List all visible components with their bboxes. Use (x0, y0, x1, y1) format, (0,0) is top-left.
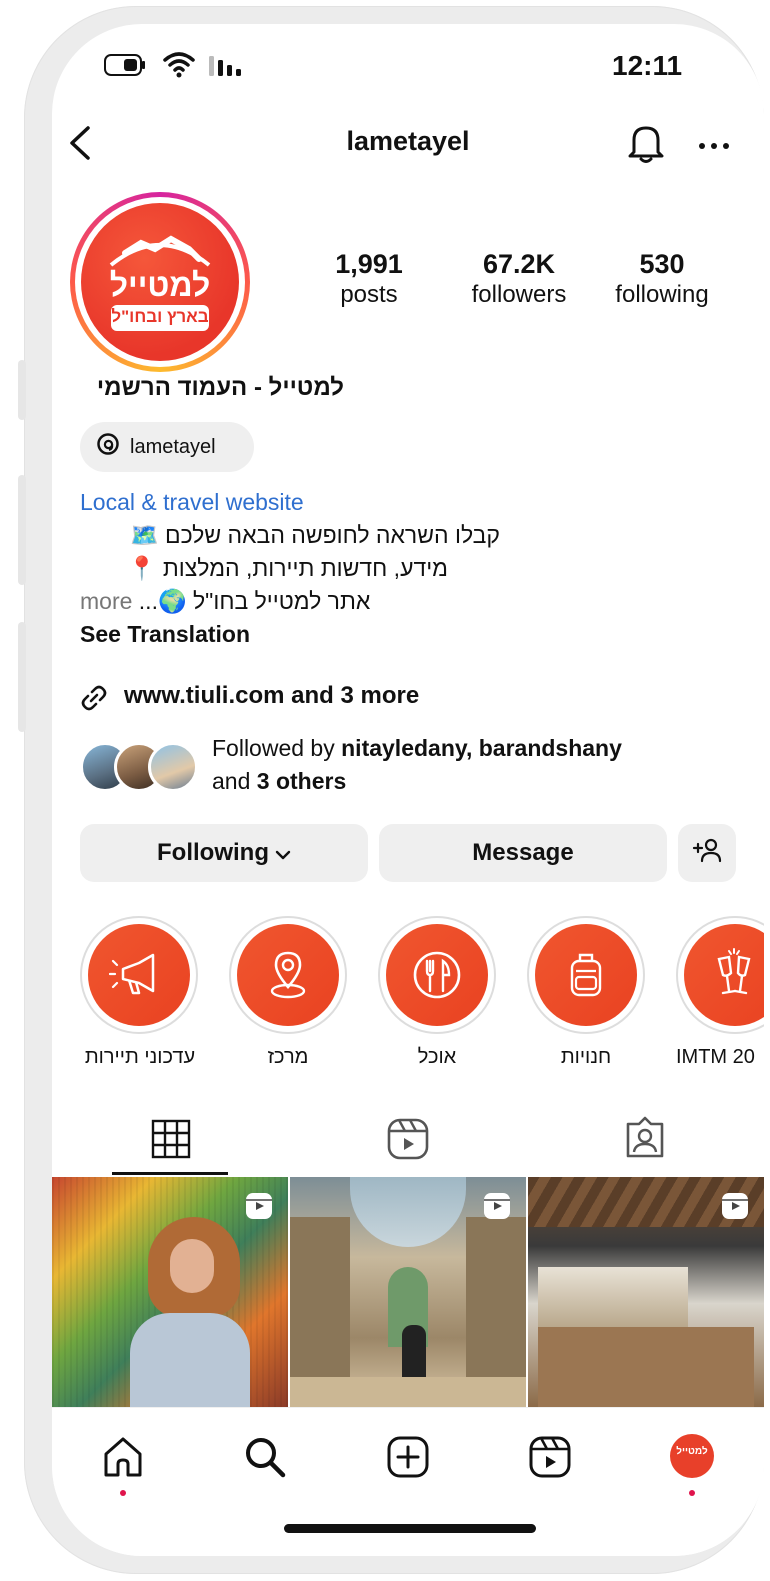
signal-icon (208, 54, 246, 81)
grid-post[interactable] (290, 1177, 526, 1407)
create-icon[interactable] (385, 1434, 431, 1480)
link-icon (80, 684, 108, 717)
stat-posts[interactable]: 1,991 posts (314, 248, 424, 310)
utensils-icon (413, 951, 461, 999)
reel-badge-icon (482, 1191, 512, 1221)
app-screen: 12:11 lametayel למטייל בארץ ובחו"ל 1,991… (52, 24, 764, 1556)
stat-label: followers (471, 281, 567, 308)
threads-handle: lametayel (130, 435, 216, 458)
message-button[interactable]: Message (379, 824, 667, 882)
followed-others: 3 others (256, 768, 347, 794)
display-case (538, 1267, 688, 1327)
map-pin-icon (270, 951, 306, 999)
logo-subtext: בארץ ובחו"ל (111, 307, 209, 326)
backpack-icon (570, 953, 602, 997)
battery-icon (104, 54, 146, 81)
highlight-item[interactable]: עדכוני תיירות (80, 916, 198, 1069)
highlight-label: עדכוני תיירות (84, 1046, 196, 1068)
reel-badge-icon (720, 1191, 750, 1221)
followed-and: and (212, 768, 257, 794)
megaphone-icon (109, 953, 155, 995)
arcade-right (466, 1217, 526, 1377)
status-time: 12:11 (612, 50, 683, 81)
mini-logo-text: למטייל (676, 1446, 708, 1457)
glass-dome (350, 1177, 466, 1247)
person-dress (130, 1313, 250, 1407)
tagged-icon (626, 1116, 664, 1158)
highlight-label: מרכז (267, 1046, 309, 1068)
chevron-down-icon (275, 839, 291, 867)
profile-avatar[interactable]: למטייל (670, 1434, 714, 1478)
bio-line-row: more אתר למטייל בחו"ל 🌍... (80, 585, 370, 618)
highlight-item[interactable]: אוכל (378, 916, 496, 1069)
highlight-label: אוכל (417, 1046, 457, 1068)
side-button (18, 360, 26, 420)
highlight-item[interactable]: IMTM 20 (676, 916, 764, 1069)
tab-tagged[interactable] (622, 1116, 668, 1162)
stat-value: 1,991 (335, 249, 403, 279)
highlight-label: חנויות (560, 1046, 612, 1068)
tab-posts-grid[interactable] (148, 1116, 194, 1162)
active-tab-indicator (112, 1172, 228, 1175)
bio-line: מידע, חדשות תיירות, המלצות 📍 (127, 555, 448, 581)
bell-icon[interactable] (626, 122, 666, 169)
highlight-label: IMTM 20 (676, 1046, 755, 1068)
profile-avatar[interactable]: למטייל בארץ ובחו"ל (70, 192, 250, 372)
profile-category: Local & travel website (80, 489, 304, 515)
stat-following[interactable]: 530 following (604, 248, 720, 310)
reel-badge-icon (244, 1191, 274, 1221)
following-button[interactable]: Following (80, 824, 368, 882)
reels-icon (387, 1118, 429, 1160)
home-indicator (284, 1524, 536, 1533)
grid-post[interactable] (52, 1177, 288, 1407)
external-links[interactable]: www.tiuli.com and 3 more (124, 682, 419, 710)
notification-dot (120, 1490, 126, 1496)
add-user-icon (692, 837, 722, 870)
add-user-button[interactable] (678, 824, 736, 882)
stat-label: posts (340, 281, 398, 308)
person-face (170, 1239, 214, 1293)
stat-value: 67.2K (482, 249, 556, 279)
side-button (18, 475, 26, 585)
highlight-item[interactable]: מרכז (229, 916, 347, 1069)
stat-label: following (615, 281, 709, 308)
wifi-icon (162, 50, 196, 83)
reels-icon[interactable] (527, 1434, 573, 1480)
side-button (18, 622, 26, 732)
arcade-left (290, 1217, 350, 1377)
followed-by-text[interactable]: Followed by nitayledany, barandshany and… (212, 732, 622, 798)
stat-value: 530 (639, 249, 685, 279)
home-icon[interactable] (100, 1434, 146, 1480)
bio-line: קבלו השראה לחופשה הבאה שלכם 🗺️ (129, 522, 500, 548)
see-translation-link[interactable]: See Translation (80, 618, 250, 651)
search-icon[interactable] (242, 1434, 288, 1480)
champagne-icon (717, 948, 751, 995)
followed-prefix: Followed by (212, 735, 342, 761)
stat-followers[interactable]: 67.2K followers (454, 248, 584, 310)
threads-icon (96, 432, 120, 462)
avatar (148, 742, 198, 792)
logo-text: למטייל (109, 267, 211, 303)
mutual-followers-avatars[interactable] (80, 742, 200, 794)
grid-icon (151, 1119, 191, 1159)
more-link[interactable]: more (80, 588, 132, 614)
bottom-nav: למטייל (52, 1407, 764, 1556)
mosaic-floor (290, 1377, 526, 1407)
notification-dot (689, 1490, 695, 1496)
profile-full-name: למטייל - העמוד הרשמי (96, 374, 344, 401)
bio-line: אתר למטייל בחו"ל 🌍... (138, 588, 371, 614)
counter (538, 1327, 754, 1407)
followed-names: nitayledany, barandshany (341, 735, 622, 761)
grid-post[interactable] (528, 1177, 764, 1407)
more-options-icon[interactable] (698, 138, 730, 156)
following-label: Following (157, 839, 269, 866)
tab-reels[interactable] (385, 1116, 431, 1162)
threads-badge[interactable]: lametayel (80, 422, 254, 472)
highlight-item[interactable]: חנויות (527, 916, 645, 1069)
message-label: Message (472, 839, 574, 866)
